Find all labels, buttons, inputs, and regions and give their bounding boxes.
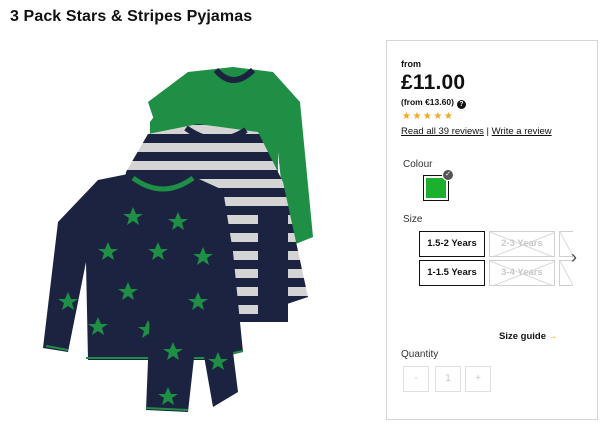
size-option-1-5-2-years[interactable]: 1.5-2 Years bbox=[419, 231, 485, 257]
price: £11.00 bbox=[401, 71, 466, 94]
size-guide-label: Size guide bbox=[499, 331, 546, 342]
size-option-label: 2-3 Years bbox=[501, 238, 543, 249]
alt-price-text: (from €13.60) bbox=[401, 97, 454, 107]
size-label: Size bbox=[403, 214, 423, 225]
size-option-1-1-5-years[interactable]: 1-1.5 Years bbox=[419, 260, 485, 286]
alt-price: (from €13.60)? bbox=[401, 97, 466, 109]
quantity-decrease-button[interactable]: - bbox=[403, 366, 429, 392]
size-option-label: 1.5-2 Years bbox=[427, 238, 477, 249]
size-option-label: 1-1.5 Years bbox=[427, 267, 477, 278]
quantity-increase-button[interactable]: + bbox=[465, 366, 491, 392]
rating-stars: ★★★★★ bbox=[402, 111, 455, 122]
quantity-input[interactable]: 1 bbox=[435, 366, 461, 392]
quantity-label: Quantity bbox=[401, 349, 439, 360]
product-image bbox=[43, 67, 313, 412]
info-icon[interactable]: ? bbox=[456, 100, 466, 109]
reviews-separator: | bbox=[486, 126, 490, 137]
from-label: from bbox=[401, 59, 421, 69]
colour-label: Colour bbox=[403, 159, 433, 170]
size-option-3-4-years[interactable]: 3-4 Years bbox=[489, 260, 555, 286]
check-icon: ✓ bbox=[442, 169, 454, 181]
size-option-2-3-years[interactable]: 2-3 Years bbox=[489, 231, 555, 257]
size-option-label: 3-4 Years bbox=[501, 267, 543, 278]
arrow-right-icon: → bbox=[547, 331, 558, 342]
size-guide-link[interactable]: Size guide → bbox=[499, 331, 557, 342]
read-reviews-link[interactable]: Read all 39 reviews bbox=[401, 126, 484, 137]
page-title: 3 Pack Stars & Stripes Pyjamas bbox=[10, 8, 253, 25]
swatch-fill bbox=[426, 178, 446, 198]
write-review-link[interactable]: Write a review bbox=[492, 126, 552, 137]
purchase-panel: from £11.00 (from €13.60)? ★★★★★ Read al… bbox=[386, 40, 598, 420]
chevron-right-icon[interactable]: › bbox=[571, 247, 577, 268]
reviews-links: Read all 39 reviews | Write a review bbox=[401, 126, 552, 137]
